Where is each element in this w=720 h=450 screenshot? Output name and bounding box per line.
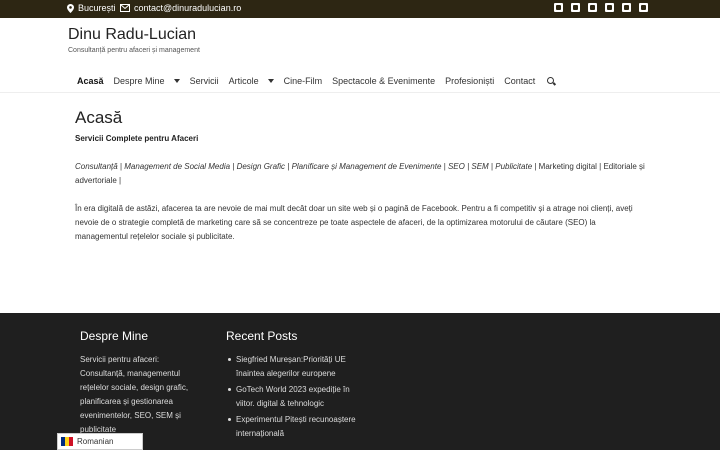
nav-label: Servicii — [189, 76, 219, 86]
chevron-down-icon — [173, 79, 180, 83]
recent-post-link[interactable]: GoTech World 2023 expediție în viitor. d… — [228, 383, 356, 411]
youtube-icon[interactable] — [605, 3, 614, 12]
email-text: contact@dinuradulucian.ro — [134, 3, 242, 13]
nav-label: Despre Mine — [113, 76, 165, 86]
nav-label: Contact — [504, 76, 536, 86]
nav-label: Spectacole & Evenimente — [332, 76, 436, 86]
social-links — [554, 3, 648, 12]
nav-item-spectacole[interactable]: Spectacole & Evenimente — [332, 76, 435, 86]
language-label: Romanian — [77, 437, 114, 446]
nav-label: Profesioniști — [445, 76, 495, 86]
instagram-icon[interactable] — [588, 3, 597, 12]
nav-item-acasa[interactable]: Acasă — [77, 76, 104, 86]
footer-about-title: Despre Mine — [80, 329, 149, 343]
linkedin-icon[interactable] — [554, 3, 563, 12]
nav-item-cine-film[interactable]: Cine-Film — [284, 76, 323, 86]
top-bar: București contact@dinuradulucian.ro — [0, 0, 720, 18]
nav-label: Acasă — [77, 76, 104, 86]
nav-item-servicii[interactable]: Servicii — [190, 76, 219, 86]
nav-divider — [0, 92, 720, 93]
intro-paragraph: În era digitală de astăzi, afacerea ta a… — [75, 204, 633, 241]
facebook-icon[interactable] — [571, 3, 580, 12]
flag-stripe — [69, 437, 73, 446]
page-title: Acasă — [75, 108, 123, 127]
nav-item-articole[interactable]: Articole — [229, 76, 274, 86]
site-title[interactable]: Dinu Radu-Lucian — [68, 26, 196, 44]
footer-about-text: Servicii pentru afaceri: Consultanță, ma… — [80, 355, 189, 434]
location-info: București — [67, 3, 116, 13]
search-icon[interactable] — [547, 76, 556, 86]
site-footer: Despre Mine Servicii pentru afaceri: Con… — [0, 313, 720, 450]
page-subtitle: Servicii Complete pentru Afaceri — [75, 134, 199, 143]
chevron-down-icon — [267, 79, 274, 83]
main-nav: Acasă Despre Mine Servicii Articole Cine… — [77, 76, 556, 86]
twitter-icon[interactable] — [639, 3, 648, 12]
nav-label: Cine-Film — [283, 76, 323, 86]
tiktok-icon[interactable] — [622, 3, 631, 12]
recent-post-link[interactable]: Experimentul Pitești recunoaștere intern… — [228, 413, 356, 441]
recent-post-link[interactable]: Siegfried Mureșan:Priorități UE înaintea… — [228, 353, 356, 381]
nav-label: Articole — [228, 76, 259, 86]
services-list: Consultanță | Management de Social Media… — [75, 160, 645, 188]
recent-posts-list: Siegfried Mureșan:Priorități UE înaintea… — [228, 353, 356, 443]
language-selector[interactable]: Romanian — [57, 433, 143, 450]
romania-flag-icon — [61, 437, 73, 446]
services-italic: Consultanță | Management de Social Media… — [75, 162, 533, 171]
footer-posts-title: Recent Posts — [226, 329, 298, 343]
email-link[interactable]: contact@dinuradulucian.ro — [120, 3, 241, 13]
site-tagline: Consultanță pentru afaceri și management — [68, 47, 200, 54]
nav-item-contact[interactable]: Contact — [504, 76, 535, 86]
map-pin-icon — [67, 3, 74, 13]
location-text: București — [78, 3, 116, 13]
nav-item-profesionisti[interactable]: Profesioniști — [445, 76, 494, 86]
envelope-icon — [120, 4, 130, 12]
nav-item-despre-mine[interactable]: Despre Mine — [114, 76, 180, 86]
